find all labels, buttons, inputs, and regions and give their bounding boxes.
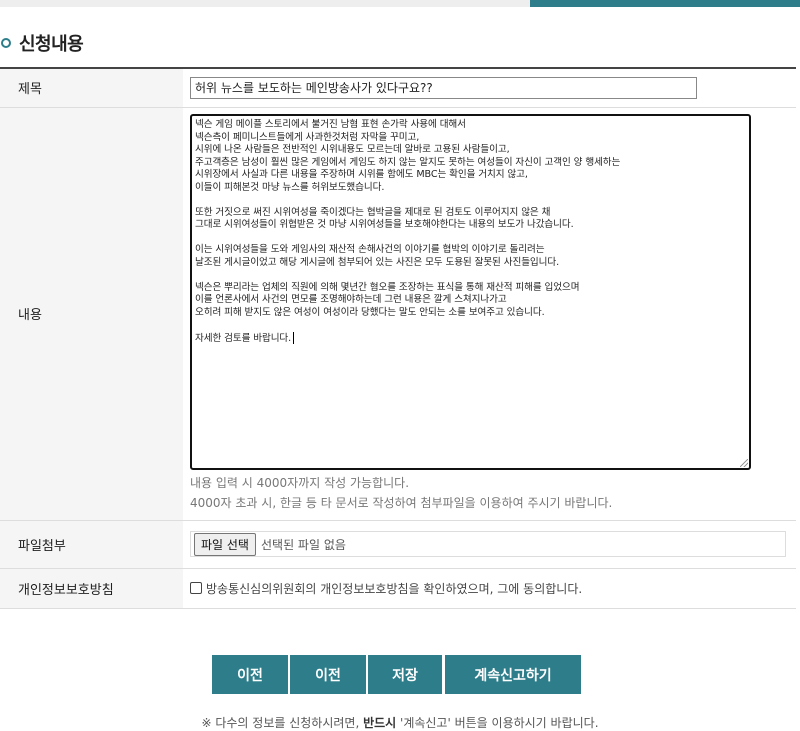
privacy-label: 개인정보보호방침 — [0, 568, 183, 609]
resize-handle-icon[interactable] — [740, 459, 748, 467]
content-line: 시위에 나온 사람들은 전반적인 시위내용도 모르는데 알바로 고용된 사람들이… — [195, 144, 510, 155]
content-line: 이를 언론사에서 사건의 면모를 조명해야하는데 그런 내용은 깔게 스쳐지나가… — [195, 294, 507, 305]
choose-file-button[interactable]: 파일 선택 — [194, 532, 256, 556]
file-input[interactable]: 파일 선택 선택된 파일 없음 — [190, 531, 786, 557]
content-line: 또한 거짓으로 써진 시위여성을 죽이겠다는 협박글을 제대로 된 검토도 이루… — [195, 206, 551, 218]
content-row: 내용 넥슨 게임 메이플 스토리에서 불거진 남혐 표현 손가락 사용에 대해서… — [0, 107, 796, 521]
file-status: 선택된 파일 없음 — [260, 537, 346, 552]
notice-emphasis: 반드시 — [363, 716, 397, 730]
content-limit-help: 내용 입력 시 4000자까지 작성 가능합니다. — [190, 476, 410, 490]
action-buttons: 이전 이전 저장 계속신고하기 — [0, 655, 800, 695]
continue-report-button[interactable]: 계속신고하기 — [445, 655, 581, 694]
title-label: 제목 — [0, 68, 183, 108]
circle-bullet-icon — [1, 38, 11, 48]
content-line: 자세한 검토를 바랍니다. — [195, 331, 746, 346]
content-line: 이들이 피해본것 마냥 뉴스를 허위보도했습니다. — [195, 181, 385, 193]
content-overflow-help: 4000자 초과 시, 한글 등 타 문서로 작성하여 첨부파일을 이용하여 주… — [190, 496, 613, 510]
notice-prefix: ※ 다수의 정보를 신청하시려면, — [201, 716, 364, 730]
content-line — [195, 269, 746, 282]
active-tab-indicator — [530, 0, 800, 7]
content-line: 날조된 게시글이었고 해당 게시글에 첨부되어 있는 사진은 모두 도용된 잘못… — [195, 256, 560, 268]
prev-button-2[interactable]: 이전 — [290, 655, 366, 694]
privacy-row: 개인정보보호방침 방송통신심의위원회의 개인정보보호방침을 확인하였으며, 그에… — [0, 568, 796, 609]
privacy-consent[interactable]: 방송통신심의위원회의 개인정보보호방침을 확인하였으며, 그에 동의합니다. — [190, 580, 789, 597]
content-line: 주고객층은 남성이 훨씬 많은 게임에서 게임도 하지 않는 알지도 못하는 여… — [195, 156, 621, 168]
title-input[interactable] — [190, 76, 697, 99]
content-line — [195, 194, 746, 207]
content-line: 오히려 피해 받지도 않은 여성이 여성이라 당했다는 말도 안되는 소를 보여… — [195, 306, 545, 318]
top-navigation-bar — [0, 0, 800, 7]
content-line — [195, 319, 746, 332]
notice-suffix: '계속신고' 버튼을 이용하시기 바랍니다. — [396, 716, 599, 730]
content-line: 이는 시위여성들을 도와 게임사의 재산적 손해사건의 이야기를 협박의 이야기… — [195, 244, 545, 255]
title-row: 제목 — [0, 68, 796, 108]
file-label: 파일첨부 — [0, 520, 183, 569]
prev-button[interactable]: 이전 — [212, 655, 288, 694]
text-caret — [293, 331, 295, 344]
content-label: 내용 — [0, 107, 183, 521]
content-line: 넥슨측이 페미니스트들에게 사과한것처럼 자막을 꾸미고, — [195, 131, 420, 143]
content-line: 넥슨은 뿌리라는 업체의 직원에 의해 몇년간 혐오를 조장하는 표식을 통해 … — [195, 281, 580, 293]
file-row: 파일첨부 파일 선택 선택된 파일 없음 — [0, 520, 796, 569]
content-textarea[interactable]: 넥슨 게임 메이플 스토리에서 불거진 남혐 표현 손가락 사용에 대해서 넥슨측… — [190, 114, 751, 470]
content-line — [195, 232, 746, 245]
bottom-notice: ※ 다수의 정보를 신청하시려면, 반드시 '계속신고' 버튼을 이용하시기 바… — [0, 714, 800, 731]
content-text: 넥슨 게임 메이플 스토리에서 불거진 남혐 표현 손가락 사용에 대해서 넥슨측… — [195, 119, 746, 345]
content-line: 그대로 시위여성들이 위협받은 것 마냥 시위여성들을 보호해야한다는 내용의 … — [195, 219, 574, 230]
privacy-consent-text: 방송통신심의위원회의 개인정보보호방침을 확인하였으며, 그에 동의합니다. — [206, 581, 583, 596]
section-heading: 신청내용 — [0, 30, 84, 56]
content-line: 시위장에서 사실과 다른 내용을 주장하며 시위를 함에도 MBC는 확인을 거… — [195, 169, 528, 180]
content-line: 넥슨 게임 메이플 스토리에서 불거진 남혐 표현 손가락 사용에 대해서 — [195, 119, 466, 130]
application-form: 제목 내용 넥슨 게임 메이플 스토리에서 불거진 남혐 표현 손가락 사용에 … — [0, 67, 796, 609]
save-button[interactable]: 저장 — [368, 655, 442, 694]
privacy-checkbox[interactable] — [190, 582, 202, 594]
section-title: 신청내용 — [19, 34, 84, 55]
